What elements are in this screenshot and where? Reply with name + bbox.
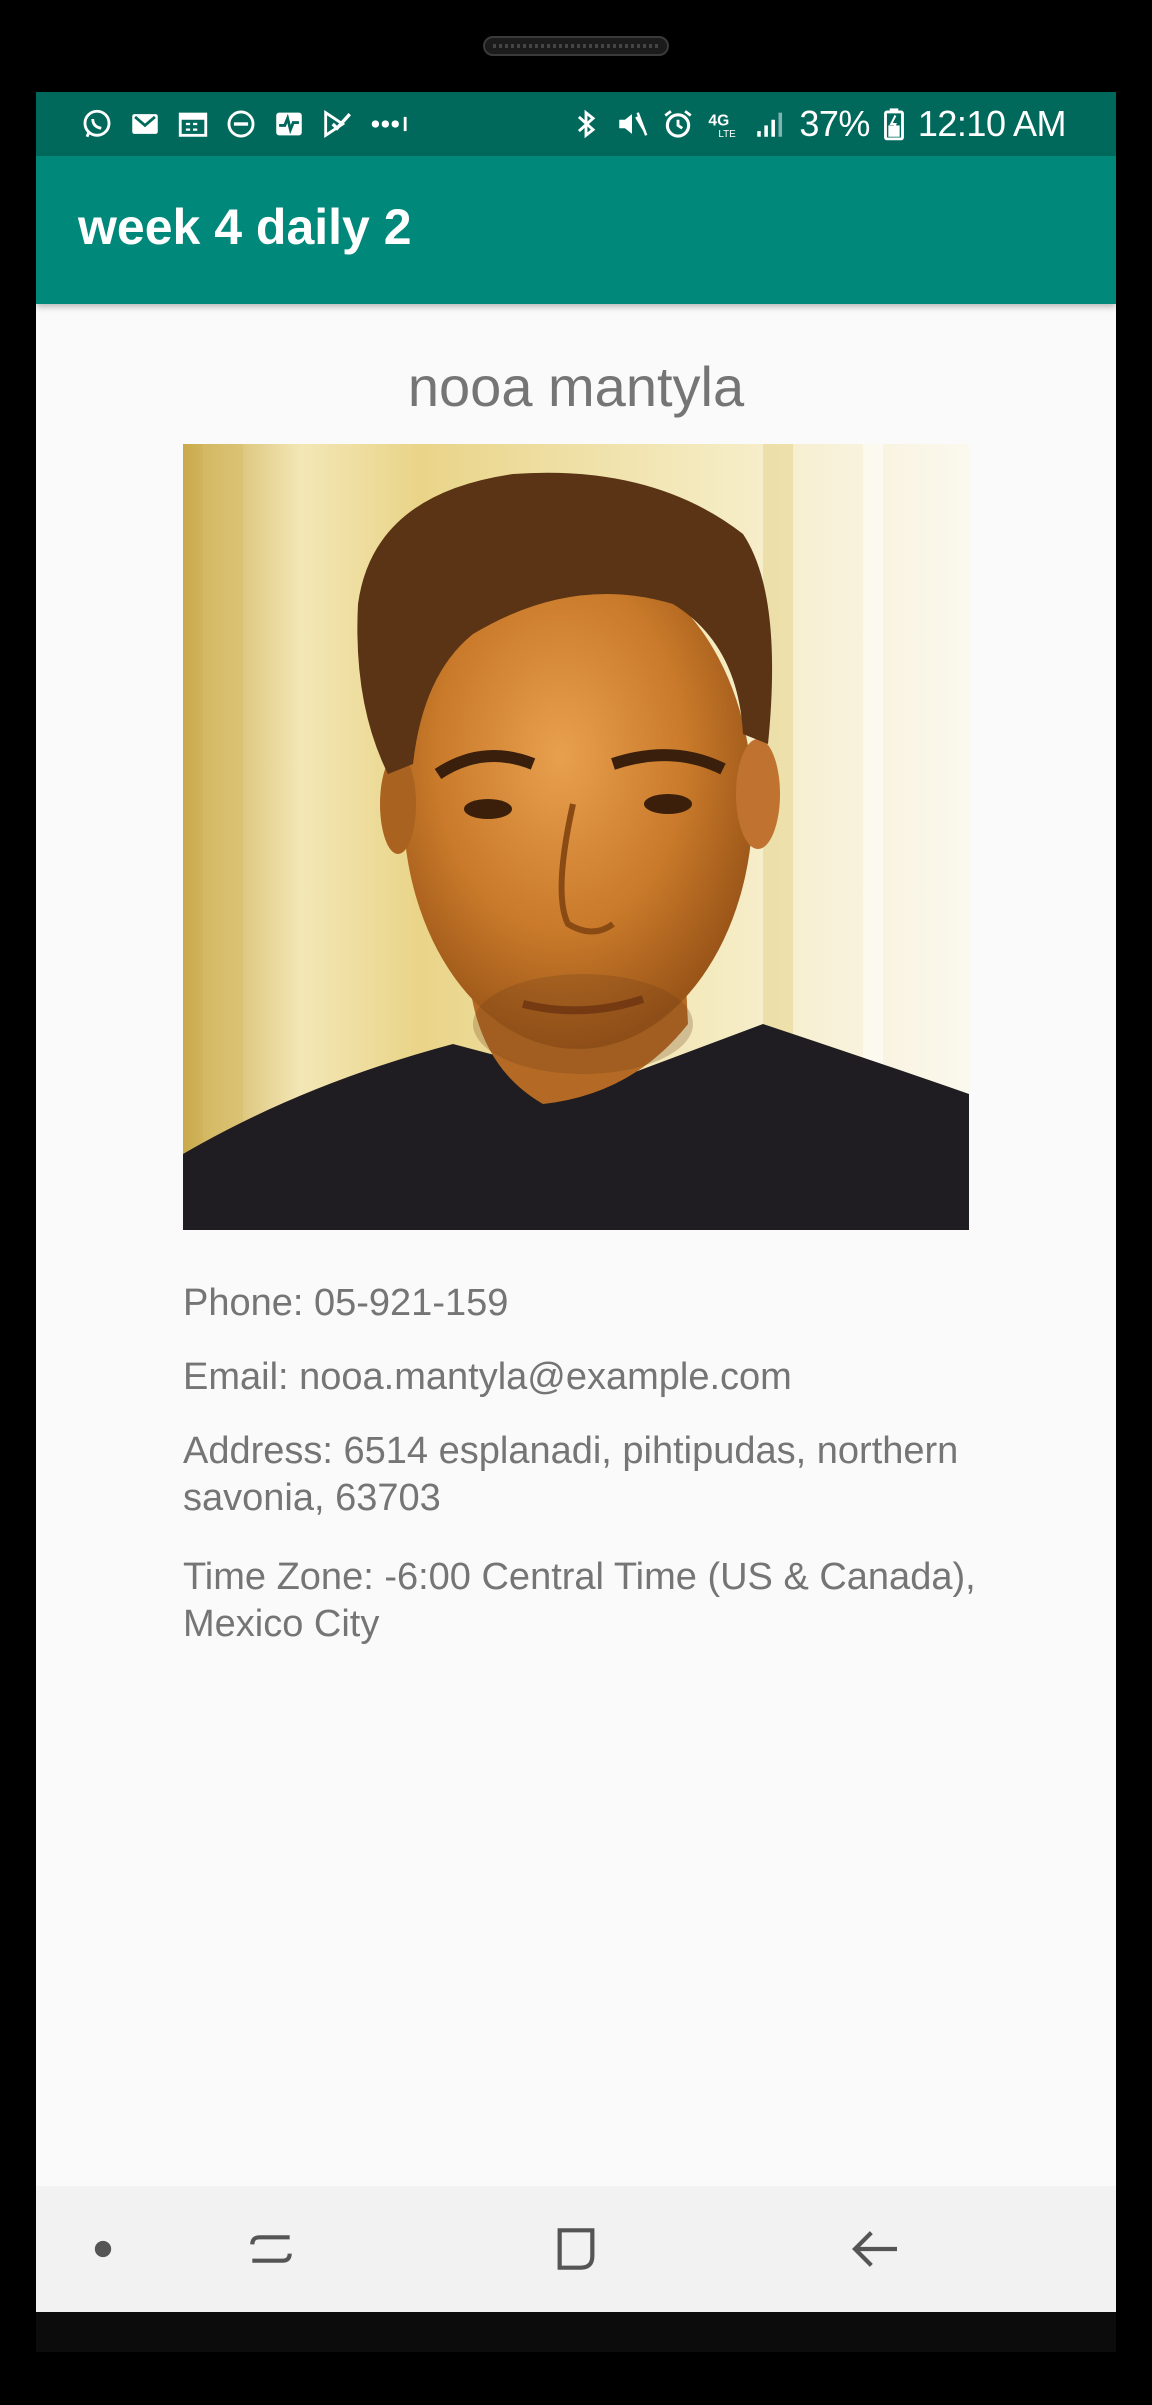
address-text: Address: 6514 esplanadi, pihtipudas, nor… bbox=[183, 1430, 959, 1519]
system-status: 4G LTE 37% 12:10 AM bbox=[569, 102, 1067, 146]
screen: 4G LTE 37% 12:10 AM week 4 daily 2 nooa m… bbox=[36, 92, 1116, 2312]
timezone-text: Time Zone: -6:00 Central Time (US & Cana… bbox=[183, 1556, 976, 1645]
battery-icon bbox=[882, 107, 906, 141]
status-bar: 4G LTE 37% 12:10 AM bbox=[36, 92, 1116, 156]
health-icon bbox=[272, 107, 306, 141]
svg-text:4G: 4G bbox=[709, 112, 730, 129]
more-notifications-icon bbox=[368, 107, 414, 141]
battery-percent: 37% bbox=[799, 103, 870, 144]
calendar-icon bbox=[176, 107, 210, 141]
recent-apps-icon[interactable] bbox=[236, 2216, 306, 2282]
signal-icon bbox=[753, 107, 787, 141]
navigation-bar bbox=[36, 2186, 1116, 2312]
phone-text: Phone: 05-921-159 bbox=[183, 1282, 509, 1324]
speaker-grille bbox=[483, 36, 669, 56]
profile-photo bbox=[183, 444, 969, 1230]
back-icon[interactable] bbox=[841, 2216, 911, 2282]
profile-name: nooa mantyla bbox=[407, 355, 745, 418]
whatsapp-icon bbox=[80, 107, 114, 141]
app-bar: week 4 daily 2 bbox=[36, 156, 1116, 304]
bluetooth-icon bbox=[569, 107, 603, 141]
email-text: Email: nooa.mantyla@example.com bbox=[183, 1356, 792, 1398]
dot-icon[interactable] bbox=[68, 2216, 138, 2282]
4g-lte-icon: 4G LTE bbox=[707, 107, 741, 141]
device-bottom-bezel bbox=[36, 2312, 1116, 2352]
app-title: week 4 daily 2 bbox=[78, 199, 412, 255]
home-icon[interactable] bbox=[541, 2216, 611, 2282]
phone-frame: 4G LTE 37% 12:10 AM week 4 daily 2 nooa m… bbox=[0, 0, 1152, 2405]
clock: 12:10 AM bbox=[917, 103, 1067, 144]
svg-text:LTE: LTE bbox=[719, 129, 737, 140]
task-icon bbox=[320, 107, 354, 141]
mute-icon bbox=[615, 107, 649, 141]
notification-icons bbox=[80, 106, 414, 142]
gmail-icon bbox=[128, 107, 162, 141]
do-not-disturb-icon bbox=[224, 107, 258, 141]
alarm-icon bbox=[661, 107, 695, 141]
